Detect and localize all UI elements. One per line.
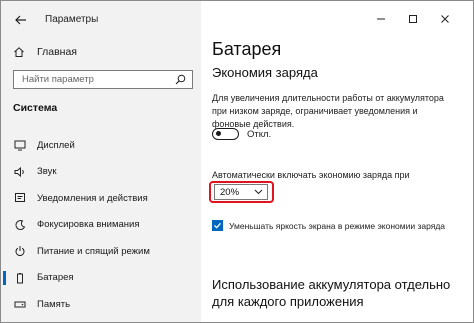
display-icon: [14, 139, 26, 151]
minimize-button[interactable]: [365, 9, 397, 29]
threshold-select[interactable]: 20%: [214, 184, 268, 200]
sidebar-item-display[interactable]: Дисплей: [1, 132, 201, 159]
maximize-icon: [409, 15, 417, 23]
sidebar-item-label: Звук: [37, 166, 57, 178]
brightness-checkbox-row: Уменьшать яркость экрана в режиме эконом…: [212, 220, 445, 231]
battery-saver-toggle-row: Откл.: [212, 128, 271, 140]
section-title: Система: [13, 102, 58, 114]
minimize-icon: [377, 18, 385, 20]
nav-list: Дисплей Звук Уведомления и действия Фоку…: [1, 132, 201, 318]
section-heading: Экономия заряда: [212, 65, 318, 80]
maximize-button[interactable]: [397, 9, 429, 29]
power-icon: [14, 245, 26, 257]
battery-icon: [14, 272, 26, 284]
sidebar-item-sound[interactable]: Звук: [1, 159, 201, 186]
nav-home[interactable]: Главная: [13, 41, 77, 63]
sidebar-item-label: Память: [37, 298, 71, 310]
sound-icon: [14, 166, 26, 178]
sidebar-item-label: Уведомления и действия: [37, 192, 148, 204]
sidebar-item-label: Питание и спящий режим: [37, 245, 150, 257]
sidebar-item-label: Батарея: [37, 272, 74, 284]
close-icon: [441, 15, 449, 23]
sidebar-item-label: Фокусировка внимания: [37, 219, 140, 231]
settings-window: Параметры Главная Система Дисплей: [0, 0, 474, 323]
nav-home-label: Главная: [37, 46, 77, 58]
sidebar-item-power[interactable]: Питание и спящий режим: [1, 238, 201, 265]
search-box[interactable]: [13, 70, 193, 89]
chevron-down-icon: [254, 189, 263, 195]
battery-saver-description: Для увеличения длительности работы от ак…: [212, 93, 444, 129]
threshold-value: 20%: [220, 186, 240, 198]
auto-enable-label: Автоматически включать экономию заряда п…: [212, 170, 410, 180]
battery-saver-toggle[interactable]: [212, 128, 239, 140]
toggle-state-label: Откл.: [247, 128, 272, 140]
sidebar-item-storage[interactable]: Память: [1, 291, 201, 318]
sidebar-item-battery[interactable]: Батарея: [1, 265, 201, 292]
sidebar-item-label: Дисплей: [37, 139, 75, 151]
search-input[interactable]: [22, 74, 172, 85]
main-content: Батарея Экономия заряда Для увеличения д…: [201, 1, 473, 322]
back-button[interactable]: [13, 12, 29, 28]
back-arrow-icon: [15, 15, 26, 25]
storage-icon: [14, 298, 26, 310]
sidebar-item-notifications[interactable]: Уведомления и действия: [1, 185, 201, 212]
search-icon: [175, 74, 186, 85]
window-controls: [365, 9, 461, 29]
sidebar-item-focus-assist[interactable]: Фокусировка внимания: [1, 212, 201, 239]
close-button[interactable]: [429, 9, 461, 29]
app-title: Параметры: [45, 14, 99, 25]
sidebar: Параметры Главная Система Дисплей: [1, 1, 201, 322]
brightness-checkbox-label: Уменьшать яркость экрана в режиме эконом…: [229, 220, 446, 231]
brightness-checkbox[interactable]: [212, 220, 223, 231]
page-title: Батарея: [212, 39, 282, 59]
notifications-icon: [14, 192, 26, 204]
per-app-usage-heading: Использование аккумулятора отдельно для …: [212, 277, 451, 309]
home-icon: [14, 47, 24, 57]
focus-assist-icon: [14, 219, 26, 231]
checkmark-icon: [214, 222, 221, 229]
